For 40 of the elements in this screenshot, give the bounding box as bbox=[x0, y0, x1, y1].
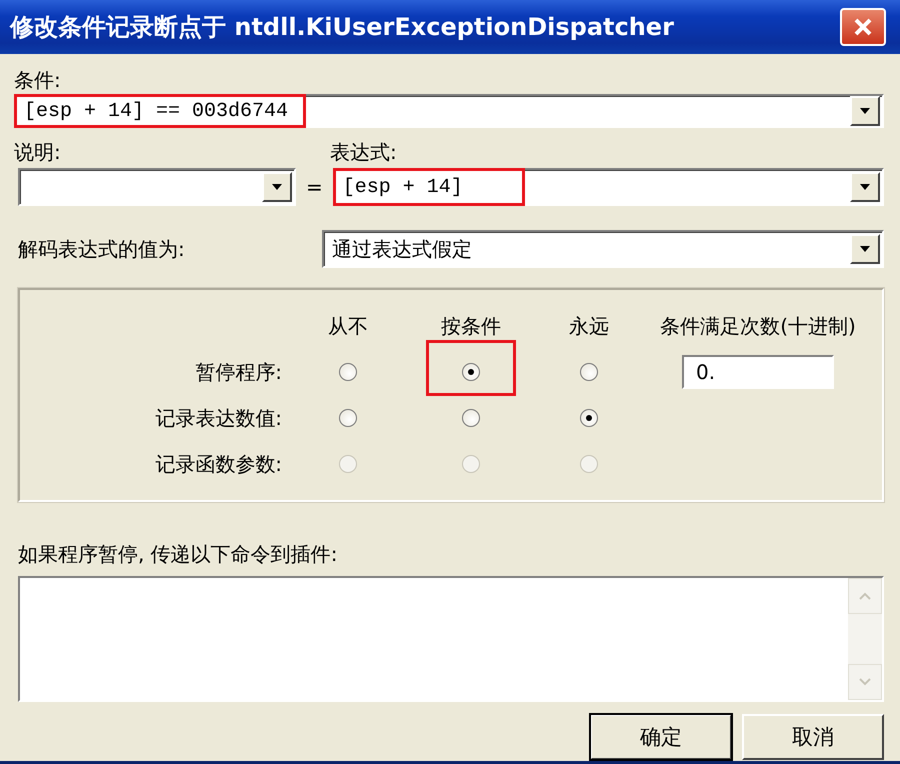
combo-box[interactable] bbox=[18, 168, 296, 206]
combo-value: [esp + 14] bbox=[342, 176, 464, 198]
window-title: 修改条件记录断点于 ntdll.KiUserExceptionDispatcher bbox=[10, 12, 674, 43]
column-header: 从不 bbox=[328, 312, 368, 340]
radio-button[interactable] bbox=[462, 363, 480, 381]
count-field[interactable]: 0. bbox=[682, 355, 834, 389]
dropdown-arrow-icon bbox=[859, 245, 871, 253]
dropdown-button[interactable] bbox=[850, 234, 880, 264]
dropdown-button[interactable] bbox=[850, 96, 880, 126]
dropdown-arrow-icon bbox=[859, 107, 871, 115]
combo-box[interactable]: [esp + 14] bbox=[332, 168, 884, 206]
radio-button[interactable] bbox=[339, 363, 357, 381]
combo-value: 通过表达式假定 bbox=[331, 236, 473, 262]
row-label: 记录表达数值: bbox=[155, 404, 283, 432]
radio-button[interactable] bbox=[580, 409, 598, 427]
close-button[interactable] bbox=[840, 8, 886, 46]
dialog-button[interactable]: 取消 bbox=[742, 714, 884, 760]
dialog-button[interactable]: 确定 bbox=[590, 714, 732, 760]
radio-button[interactable] bbox=[339, 409, 357, 427]
column-header: 按条件 bbox=[441, 312, 501, 340]
column-header: 永远 bbox=[569, 312, 609, 340]
field-label: 说明: bbox=[14, 139, 62, 166]
dropdown-button[interactable] bbox=[850, 172, 880, 202]
combo-box[interactable]: 通过表达式假定 bbox=[322, 230, 884, 268]
equals-sign: = bbox=[306, 175, 323, 199]
row-label: 记录函数参数: bbox=[155, 450, 283, 478]
column-header: 条件满足次数(十进制) bbox=[660, 312, 856, 340]
radio-button[interactable] bbox=[462, 409, 480, 427]
combo-value: [esp + 14] == 003d6744 bbox=[23, 100, 290, 122]
dropdown-arrow-icon bbox=[271, 183, 283, 191]
field-label: 条件: bbox=[14, 67, 62, 94]
close-icon bbox=[853, 17, 873, 37]
field-label: 表达式: bbox=[330, 139, 397, 166]
dropdown-button[interactable] bbox=[262, 172, 292, 202]
field-label: 解码表达式的值为: bbox=[18, 236, 186, 263]
row-label: 暂停程序: bbox=[195, 358, 283, 386]
combo-box[interactable]: [esp + 14] == 003d6744 bbox=[14, 94, 884, 128]
field-label: 如果程序暂停, 传递以下命令到插件: bbox=[17, 541, 338, 568]
dropdown-arrow-icon bbox=[859, 183, 871, 191]
radio-button[interactable] bbox=[580, 363, 598, 381]
